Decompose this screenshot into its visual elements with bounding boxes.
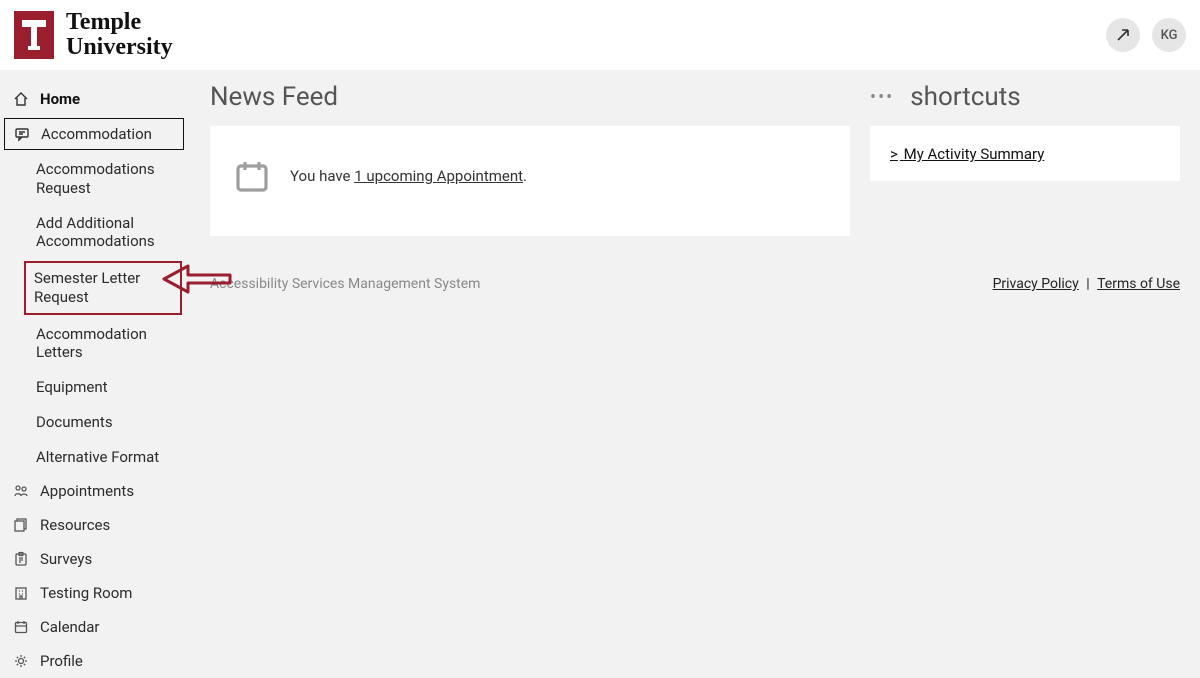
shortcuts-title: shortcuts	[910, 82, 1020, 112]
upcoming-appointment-link[interactable]: 1 upcoming Appointment	[354, 167, 523, 185]
sidebar-sub-documents[interactable]: Documents	[0, 405, 190, 440]
folder-icon	[12, 516, 30, 534]
news-card: You have 1 upcoming Appointment.	[210, 126, 850, 236]
sidebar-item-label: Accommodation	[41, 125, 152, 143]
sidebar: Home Accommodation Accommodations Reques…	[0, 70, 190, 664]
sidebar-item-label: Appointments	[40, 482, 134, 500]
calendar-icon	[12, 618, 30, 636]
footer-system-name: Accessibility Services Management System	[210, 276, 480, 292]
sidebar-sub-accommodations-request[interactable]: Accommodations Request	[0, 152, 190, 206]
news-feed-title: News Feed	[210, 82, 850, 112]
calendar-icon	[232, 156, 272, 196]
my-activity-summary-link[interactable]: > My Activity Summary	[890, 145, 1044, 163]
sidebar-item-label: Resources	[40, 516, 110, 534]
sidebar-item-surveys[interactable]: Surveys	[0, 542, 190, 576]
chat-icon	[13, 125, 31, 143]
sidebar-item-label: Testing Room	[40, 584, 132, 602]
more-icon[interactable]: •••	[870, 87, 894, 108]
sidebar-sub-equipment[interactable]: Equipment	[0, 370, 190, 405]
main-content: News Feed You have 1 upcoming Appointmen…	[190, 70, 1200, 664]
sidebar-item-label: Profile	[40, 652, 83, 670]
terms-of-use-link[interactable]: Terms of Use	[1097, 276, 1180, 292]
sidebar-sub-accommodation-letters[interactable]: Accommodation Letters	[0, 317, 190, 371]
sidebar-sub-add-additional[interactable]: Add Additional Accommodations	[0, 206, 190, 260]
top-bar: Temple University KG	[0, 0, 1200, 70]
sidebar-item-label: Calendar	[40, 618, 100, 636]
sidebar-item-resources[interactable]: Resources	[0, 508, 190, 542]
building-icon	[12, 584, 30, 602]
clipboard-icon	[12, 550, 30, 568]
expand-icon[interactable]	[1106, 18, 1140, 52]
logo-mark	[14, 11, 54, 59]
sidebar-sub-semester-letter[interactable]: Semester Letter Request	[24, 261, 182, 315]
footer-separator: |	[1083, 276, 1093, 292]
people-icon	[12, 482, 30, 500]
sidebar-item-appointments[interactable]: Appointments	[0, 474, 190, 508]
sidebar-item-calendar[interactable]: Calendar	[0, 610, 190, 644]
sidebar-item-label: Home	[40, 90, 80, 108]
privacy-policy-link[interactable]: Privacy Policy	[993, 276, 1079, 292]
footer: Accessibility Services Management System…	[210, 276, 1180, 292]
annotation-arrow-icon	[160, 260, 232, 298]
sidebar-sub-alternative-format[interactable]: Alternative Format	[0, 440, 190, 475]
news-message: You have 1 upcoming Appointment.	[290, 167, 527, 185]
logo-text: Temple University	[66, 10, 173, 60]
sidebar-item-profile[interactable]: Profile	[0, 644, 190, 678]
shortcuts-card: > My Activity Summary	[870, 126, 1180, 181]
user-avatar[interactable]: KG	[1152, 18, 1186, 52]
sidebar-item-testing-room[interactable]: Testing Room	[0, 576, 190, 610]
home-icon	[12, 90, 30, 108]
gear-icon	[12, 652, 30, 670]
logo[interactable]: Temple University	[14, 10, 173, 60]
sidebar-item-label: Surveys	[40, 550, 92, 568]
sidebar-item-home[interactable]: Home	[0, 82, 190, 116]
sidebar-item-accommodation[interactable]: Accommodation	[4, 118, 184, 150]
